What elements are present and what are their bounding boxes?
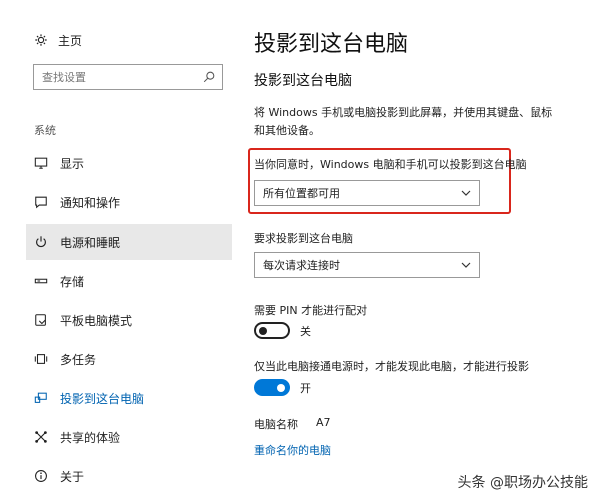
description-text: 将 Windows 手机或电脑投影到此屏幕，并使用其键盘、鼠标和其他设备。: [254, 106, 553, 137]
power-label: 仅当此电脑接通电源时，才能发现此电脑，才能进行投影: [254, 360, 529, 373]
availability-value: 所有位置都可用: [263, 187, 340, 200]
pin-toggle[interactable]: [254, 322, 290, 339]
storage-icon: [34, 278, 48, 284]
sidebar-item-project-to-pc[interactable]: 投影到这台电脑: [26, 380, 232, 416]
toggle-knob: [277, 383, 285, 392]
power-toggle-state: 开: [300, 381, 311, 395]
chevron-down-icon: [461, 190, 471, 196]
sidebar-item-label: 关于: [60, 469, 85, 484]
share-icon: [35, 431, 47, 443]
request-label: 要求投影到这台电脑: [254, 232, 353, 245]
tablet-icon: [35, 314, 46, 326]
page-title: 投影到这台电脑: [254, 32, 409, 57]
power-toggle-row: 开: [254, 379, 311, 396]
section-label-system: 系统: [34, 124, 56, 137]
pin-toggle-row: 关: [254, 322, 311, 339]
availability-label: 当你同意时，Windows 电脑和手机可以投影到这台电脑: [254, 158, 527, 171]
project-icon: [34, 392, 47, 403]
sidebar-item-label: 存储: [60, 274, 85, 289]
pin-toggle-state: 关: [300, 324, 311, 338]
main-content: 投影到这台电脑 投影到这台电脑 将 Windows 手机或电脑投影到此屏幕，并使…: [254, 0, 594, 500]
info-icon: [35, 470, 47, 482]
availability-dropdown[interactable]: 所有位置都可用: [254, 180, 480, 206]
sidebar-item-about[interactable]: 关于: [26, 458, 232, 494]
power-toggle[interactable]: [254, 379, 290, 396]
sidebar-item-label: 平板电脑模式: [60, 313, 133, 328]
monitor-icon: [34, 157, 48, 169]
request-dropdown[interactable]: 每次请求连接时: [254, 252, 480, 278]
multitask-icon: [34, 354, 48, 364]
pc-name-value: A7: [316, 416, 331, 429]
pc-name-row: 电脑名称 A7: [254, 416, 331, 432]
sidebar-item-power-sleep[interactable]: 电源和睡眠: [26, 224, 232, 260]
pin-label: 需要 PIN 才能进行配对: [254, 304, 368, 317]
search-input[interactable]: [34, 65, 202, 89]
search-box[interactable]: [33, 64, 223, 90]
sidebar-item-label: 投影到这台电脑: [60, 391, 145, 406]
rename-pc-link[interactable]: 重命名你的电脑: [254, 442, 331, 458]
sidebar-item-multitasking[interactable]: 多任务: [26, 341, 232, 377]
gear-icon: [35, 34, 47, 46]
toggle-knob: [259, 326, 267, 335]
home-link[interactable]: 主页: [34, 29, 82, 51]
section-heading: 投影到这台电脑: [254, 73, 352, 89]
home-label: 主页: [58, 33, 83, 48]
sidebar-item-label: 显示: [60, 156, 85, 171]
sidebar-item-label: 通知和操作: [60, 195, 121, 210]
sidebar-item-label: 共享的体验: [60, 430, 121, 445]
sidebar-item-notifications[interactable]: 通知和操作: [26, 184, 232, 220]
pc-name-label: 电脑名称: [254, 418, 298, 431]
sidebar-item-label: 电源和睡眠: [60, 235, 121, 250]
sidebar-item-display[interactable]: 显示: [26, 145, 232, 181]
chevron-down-icon: [461, 262, 471, 268]
sidebar-item-shared-experiences[interactable]: 共享的体验: [26, 419, 232, 455]
message-icon: [35, 196, 47, 209]
sidebar: 主页 系统 显示 通知和操作 电源和睡眠 存储: [0, 0, 232, 500]
watermark: 头条 @职场办公技能: [453, 470, 592, 494]
request-value: 每次请求连接时: [263, 259, 340, 272]
sidebar-item-storage[interactable]: 存储: [26, 263, 232, 299]
search-icon[interactable]: [202, 70, 216, 84]
sidebar-item-tablet-mode[interactable]: 平板电脑模式: [26, 302, 232, 338]
sidebar-item-label: 多任务: [60, 352, 97, 367]
power-icon: [36, 236, 46, 248]
